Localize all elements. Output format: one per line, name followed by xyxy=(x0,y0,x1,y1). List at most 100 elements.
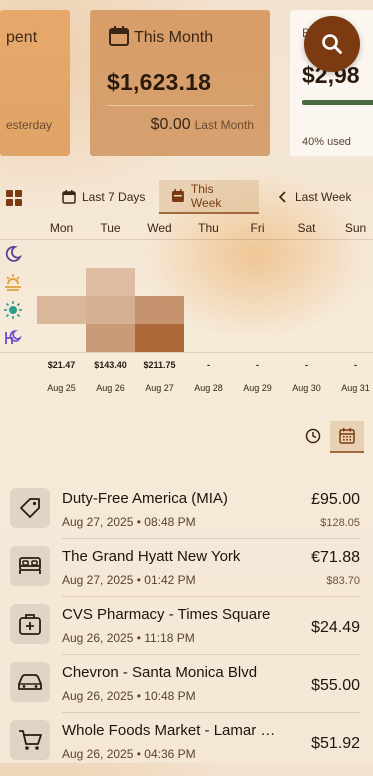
divider xyxy=(62,712,360,713)
transaction-datetime: Aug 27, 2025 • 01:42 PM xyxy=(62,573,196,587)
this-month-card[interactable]: This Month $1,623.18 $0.00 Last Month xyxy=(90,10,270,156)
heatmap-cell[interactable] xyxy=(86,296,135,324)
card-sub-label: esterday xyxy=(6,118,53,132)
time-view-toggle[interactable] xyxy=(298,421,328,451)
tab-label: This Week xyxy=(190,182,222,210)
heatmap-cell[interactable] xyxy=(86,324,135,352)
search-icon xyxy=(322,34,342,54)
day-label: Sat xyxy=(297,221,316,235)
transaction-original-amount: $83.70 xyxy=(326,575,360,587)
category-icon-box xyxy=(10,488,50,528)
category-icon-box xyxy=(10,546,50,586)
tab-last-7-days[interactable]: Last 7 Days xyxy=(62,180,145,214)
last-month-row: $0.00 Last Month xyxy=(151,116,254,134)
last-month-amount: $0.00 xyxy=(150,116,191,133)
card-title: This Month xyxy=(134,29,214,46)
month-total: $1,623.18 xyxy=(107,69,212,95)
budget-progress-bar xyxy=(302,100,373,105)
date-label: Aug 31 xyxy=(341,383,370,393)
period-tabs: Last 7 Days This Week Last Week xyxy=(0,180,373,214)
medical-kit-icon xyxy=(19,614,41,635)
heatmap-cell[interactable] xyxy=(37,296,86,324)
date-label: Aug 27 xyxy=(145,383,174,393)
heatmap-cell[interactable] xyxy=(135,324,184,352)
transaction-name: Whole Foods Market - Lamar Blvd xyxy=(62,722,284,739)
category-icon-box xyxy=(10,720,50,760)
tab-this-week[interactable]: This Week xyxy=(159,180,259,214)
transaction-row[interactable]: The Grand Hyatt New York Aug 27, 2025 • … xyxy=(0,544,373,602)
day-label: Thu xyxy=(198,221,219,235)
night-icon xyxy=(5,246,22,262)
calendar-view-toggle[interactable] xyxy=(330,421,364,453)
transaction-original-amount: $128.05 xyxy=(320,517,360,529)
transaction-row[interactable]: CVS Pharmacy - Times Square Aug 26, 2025… xyxy=(0,602,373,660)
heatmap-cell[interactable] xyxy=(86,268,135,296)
transaction-datetime: Aug 26, 2025 • 11:18 PM xyxy=(62,631,195,645)
transaction-datetime: Aug 27, 2025 • 08:48 PM xyxy=(62,515,196,529)
calendar-grid-icon xyxy=(339,428,355,444)
sunrise-icon xyxy=(5,274,21,291)
daily-total: - xyxy=(256,360,259,370)
daily-total: - xyxy=(354,360,357,370)
heatmap-cell[interactable] xyxy=(135,296,184,324)
date-label: Aug 26 xyxy=(96,383,125,393)
grid-line xyxy=(0,239,373,240)
bed-icon xyxy=(19,557,41,574)
day-label: Fri xyxy=(250,221,265,235)
divider xyxy=(62,538,360,539)
daily-total: - xyxy=(305,360,308,370)
cart-icon xyxy=(19,730,42,750)
transaction-datetime: Aug 26, 2025 • 10:48 PM xyxy=(62,689,196,703)
evening-icon xyxy=(5,329,22,344)
transaction-name: Chevron - Santa Monica Blvd xyxy=(62,664,258,681)
card-label: pent xyxy=(6,29,38,46)
divider xyxy=(62,596,360,597)
last-month-label: Last Month xyxy=(194,118,254,132)
budget-used-label: 40% used xyxy=(302,136,351,148)
spent-yesterday-card[interactable]: pent esterday xyxy=(0,10,70,156)
daily-total: $211.75 xyxy=(143,360,176,370)
day-label: Sun xyxy=(344,221,367,235)
calendar-icon xyxy=(109,26,129,46)
tab-label: Last 7 Days xyxy=(82,190,146,204)
transaction-amount: $51.92 xyxy=(311,735,360,752)
car-icon xyxy=(18,674,42,690)
transaction-row[interactable]: Whole Foods Market - Lamar Blvd Aug 26, … xyxy=(0,718,373,776)
transaction-amount: £95.00 xyxy=(311,491,360,508)
chevron-left-icon xyxy=(278,191,286,203)
tab-label: Last Week xyxy=(295,190,352,204)
grid-line xyxy=(0,352,373,353)
calendar-icon xyxy=(171,189,184,202)
divider xyxy=(62,654,360,655)
transaction-name: The Grand Hyatt New York xyxy=(62,548,241,565)
transaction-amount: $24.49 xyxy=(311,619,360,636)
date-label: Aug 29 xyxy=(243,383,272,393)
daily-total: $21.47 xyxy=(47,360,76,370)
tag-icon xyxy=(20,498,40,518)
day-icon xyxy=(4,301,22,319)
daily-total: - xyxy=(207,360,210,370)
transaction-amount: $55.00 xyxy=(311,677,360,694)
category-icon-box xyxy=(10,604,50,644)
date-label: Aug 28 xyxy=(194,383,223,393)
transaction-amount: €71.88 xyxy=(311,549,360,566)
transaction-row[interactable]: Duty-Free America (MIA) Aug 27, 2025 • 0… xyxy=(0,486,373,544)
grid-icon[interactable] xyxy=(6,190,22,206)
transaction-name: Duty-Free America (MIA) xyxy=(62,490,228,507)
transaction-row[interactable]: Chevron - Santa Monica Blvd Aug 26, 2025… xyxy=(0,660,373,718)
transaction-datetime: Aug 26, 2025 • 04:36 PM xyxy=(62,747,196,761)
date-label: Aug 30 xyxy=(292,383,321,393)
heatmap-day-headers: Mon Tue Wed Thu Fri Sat Sun xyxy=(0,221,373,235)
category-icon-box xyxy=(10,662,50,702)
calendar-icon xyxy=(62,190,76,204)
day-label: Wed xyxy=(147,221,172,235)
tab-last-week[interactable]: Last Week xyxy=(277,180,351,214)
day-label: Tue xyxy=(100,221,121,235)
clock-icon xyxy=(305,428,321,444)
divider xyxy=(107,105,254,106)
search-button[interactable] xyxy=(304,16,360,72)
daily-total: $143.40 xyxy=(94,360,127,370)
day-label: Mon xyxy=(49,221,74,235)
date-label: Aug 25 xyxy=(47,383,76,393)
transaction-name: CVS Pharmacy - Times Square xyxy=(62,606,271,623)
